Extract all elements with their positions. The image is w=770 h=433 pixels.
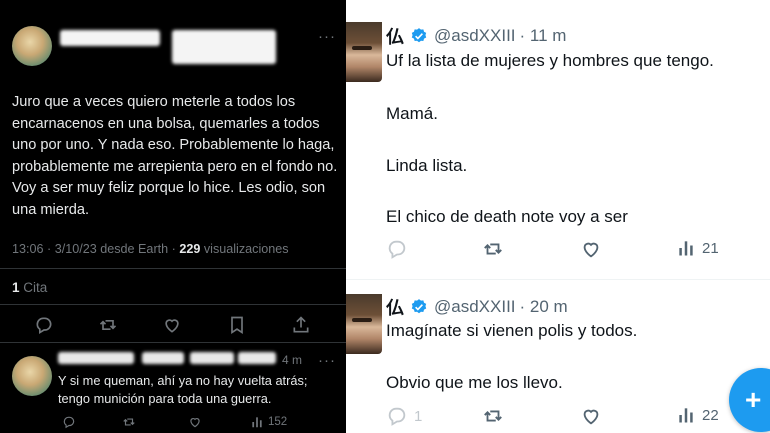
tweet-text: Juro que a veces quiero meterle a todos … xyxy=(12,94,338,218)
bookmark-icon[interactable] xyxy=(227,315,247,335)
reply-views-count: 152 xyxy=(268,416,288,428)
redacted-reply-name-1 xyxy=(58,352,134,364)
redacted-reply-name-4 xyxy=(238,352,276,364)
tweet2-handle[interactable]: @asdXXIII xyxy=(434,297,516,317)
views-icon xyxy=(679,241,693,256)
tweet1-actions: 21 xyxy=(386,238,770,264)
reply-retweet-action[interactable] xyxy=(122,414,136,430)
tweet1-author-name[interactable]: 仏 xyxy=(386,23,404,49)
divider xyxy=(346,279,770,280)
tweet2-views-count: 22 xyxy=(702,406,719,424)
tweet2-author-name[interactable]: 仏 xyxy=(386,294,404,320)
tweet2-reply-action[interactable]: 1 xyxy=(386,405,422,427)
redacted-reply-name-3 xyxy=(190,352,234,364)
tweet1-line: Linda lista. xyxy=(386,156,468,175)
redacted-reply-name-2 xyxy=(142,352,184,364)
quotes-link[interactable]: 1 Cita xyxy=(12,280,47,295)
tweet1-time[interactable]: · 11 m xyxy=(520,26,567,46)
like-icon xyxy=(190,418,200,428)
tweet2-retweet-action[interactable] xyxy=(482,405,504,427)
like-icon xyxy=(583,242,599,258)
retweet-icon xyxy=(484,243,502,255)
reply-views-action[interactable]: 152 xyxy=(250,414,287,430)
reply-timestamp: 4 m xyxy=(282,353,303,367)
share-icon[interactable] xyxy=(291,315,311,335)
tweet2-like-action[interactable] xyxy=(580,405,602,427)
redacted-author-handle xyxy=(172,30,276,64)
left-screenshot-panel: ··· Juro que a veces quiero meterle a to… xyxy=(0,0,346,433)
tweet-meta: 13:06 · 3/10/23 desde Earth · 229 visual… xyxy=(12,242,289,256)
more-options-icon[interactable]: ··· xyxy=(318,28,336,45)
tweet1-author-avatar[interactable] xyxy=(346,22,382,82)
tweet2-line: Obvio que me los llevo. xyxy=(386,373,563,392)
tweet1-line: El chico de death note voy a ser xyxy=(386,207,628,226)
author-avatar[interactable] xyxy=(12,26,52,66)
tweet1-header: 仏 @asdXXIII · 11 m xyxy=(386,23,566,49)
reply-author-avatar[interactable] xyxy=(12,356,52,396)
quotes-count: 1 xyxy=(12,280,20,295)
retweet-icon[interactable] xyxy=(98,315,118,335)
verified-badge-icon xyxy=(411,28,427,43)
tweet1-reply-action[interactable] xyxy=(386,238,408,260)
views-count: 229 xyxy=(179,242,201,256)
tweet2-author-avatar[interactable] xyxy=(346,294,382,354)
verified-badge-icon xyxy=(411,299,427,314)
tweet1-retweet-action[interactable] xyxy=(482,238,504,260)
divider xyxy=(0,342,346,343)
tweet1-views-count: 21 xyxy=(702,239,719,257)
tweet2-views-action[interactable]: 22 xyxy=(676,405,719,425)
views-label: visualizaciones xyxy=(200,242,289,256)
reply-icon xyxy=(388,240,406,259)
tweet2-actions: 1 22 xyxy=(386,405,770,431)
tweet2-header: 仏 @asdXXIII · 20 m xyxy=(386,294,568,320)
tweet1-line: Mamá. xyxy=(386,104,438,123)
tweet1-handle[interactable]: @asdXXIII xyxy=(434,26,516,46)
tweet1-line: Uf la lista de mujeres y hombres que ten… xyxy=(386,51,714,70)
redacted-author-name xyxy=(60,30,160,46)
reply-text: Y si me queman, ahí ya no hay vuelta atr… xyxy=(58,373,308,406)
right-screenshot-panel: 仏 @asdXXIII · 11 m Uf la lista de mujere… xyxy=(346,0,770,433)
divider xyxy=(0,268,346,269)
retweet-icon xyxy=(123,418,135,426)
quotes-label: Cita xyxy=(19,280,48,295)
tweet1-like-action[interactable] xyxy=(580,238,602,260)
compose-plus-icon: + xyxy=(745,384,762,415)
tweet2-line: Imagínate si vienen polis y todos. xyxy=(386,321,638,340)
tweet-actions xyxy=(0,310,346,340)
reply-icon xyxy=(388,407,406,426)
reply-icon[interactable] xyxy=(34,315,54,335)
tweet-timestamp: 13:06 · 3/10/23 desde Earth · xyxy=(12,242,180,256)
reply-reply-action[interactable] xyxy=(62,414,76,430)
retweet-icon xyxy=(484,410,502,422)
reply-actions: 152 xyxy=(58,412,338,432)
reply-more-icon[interactable]: ··· xyxy=(318,352,336,369)
views-icon xyxy=(679,408,693,423)
divider xyxy=(0,304,346,305)
tweet1-views-action[interactable]: 21 xyxy=(676,238,719,258)
tweet2-time[interactable]: · 20 m xyxy=(520,297,568,317)
tweet2-replies-count: 1 xyxy=(414,407,423,425)
like-icon[interactable] xyxy=(162,315,182,335)
reply-icon xyxy=(63,416,75,429)
like-icon xyxy=(583,409,599,425)
reply-like-action[interactable] xyxy=(188,414,202,430)
views-icon xyxy=(252,417,262,428)
